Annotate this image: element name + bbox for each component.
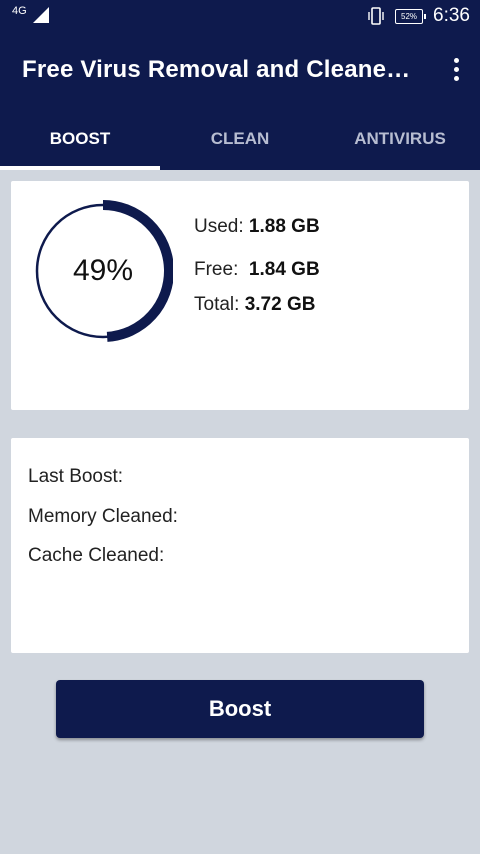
network-type: 4G xyxy=(12,5,27,17)
status-right: 52% 6:36 xyxy=(367,5,470,27)
tab-bar: BOOST CLEAN ANTIVIRUS xyxy=(0,108,480,170)
cache-cleaned-label: Cache Cleaned: xyxy=(28,545,165,566)
memory-total-row: Total: 3.72 GB xyxy=(194,294,315,316)
tab-boost[interactable]: BOOST xyxy=(0,108,160,170)
app-bar: Free Virus Removal and Cleane… xyxy=(0,34,480,108)
used-label: Used: xyxy=(194,216,244,237)
more-vert-icon[interactable] xyxy=(446,54,466,84)
app-title: Free Virus Removal and Cleane… xyxy=(22,56,411,83)
tab-clean-label: CLEAN xyxy=(210,129,270,148)
memory-free-row: Free: 1.84 GB xyxy=(194,259,320,281)
memory-percent: 49% xyxy=(72,254,134,287)
total-value: 3.72 GB xyxy=(244,294,316,315)
used-value: 1.88 GB xyxy=(248,216,320,237)
battery-icon: 52% xyxy=(395,8,427,24)
total-label: Total: xyxy=(194,294,240,315)
clock: 6:36 xyxy=(433,5,470,26)
boost-button[interactable]: Boost xyxy=(56,680,424,738)
tab-antivirus-label: ANTIVIRUS xyxy=(354,129,446,148)
tab-antivirus[interactable]: ANTIVIRUS xyxy=(320,108,480,170)
memory-cleaned-label: Memory Cleaned: xyxy=(28,506,178,527)
status-bar: 4G 52% 6:36 xyxy=(0,0,480,34)
tab-clean[interactable]: CLEAN xyxy=(160,108,320,170)
last-boost-label: Last Boost: xyxy=(28,466,124,487)
free-value: 1.84 GB xyxy=(248,259,320,280)
memory-used-row: Used: 1.88 GB xyxy=(194,216,320,238)
tab-indicator xyxy=(0,166,160,170)
free-label: Free: xyxy=(194,259,239,280)
tab-boost-label: BOOST xyxy=(49,129,111,148)
boost-stats-card: Last Boost: Memory Cleaned: Cache Cleane… xyxy=(11,438,469,653)
vibrate-icon xyxy=(368,7,384,25)
status-left: 4G xyxy=(12,6,51,24)
memory-card: 49% Used: 1.88 GB Free: 1.84 GB Total: 3… xyxy=(11,181,469,410)
signal-icon xyxy=(32,7,49,23)
